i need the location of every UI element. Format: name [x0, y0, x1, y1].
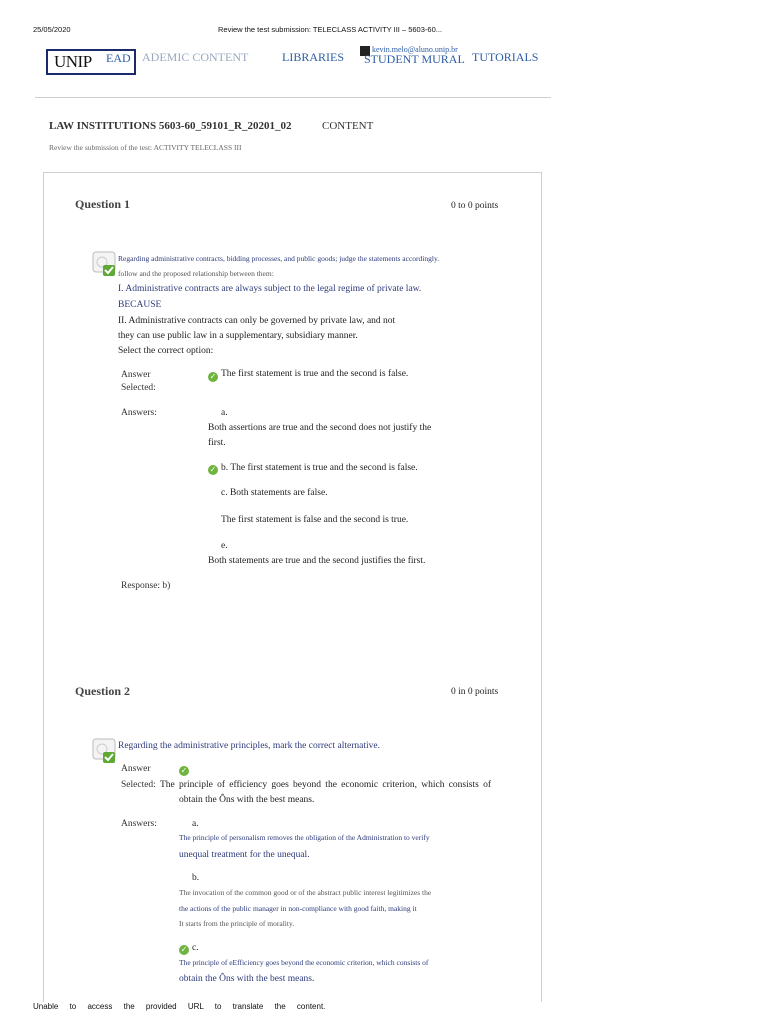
q1-response: Response: b) [121, 581, 171, 591]
question-1-title: Question 1 [75, 197, 131, 211]
checkmark-icon: ✓ [179, 945, 189, 955]
q1-option-d: The first statement is false and the sec… [221, 515, 409, 525]
content-tab[interactable]: CONTENT [322, 120, 373, 132]
translation-error-message: Unable to access the provided URL to tra… [33, 1002, 326, 1011]
question-2-title: Question 2 [75, 684, 131, 698]
logo-ead: EAD [106, 51, 131, 65]
nav-tutorials[interactable]: TUTORIALS [472, 50, 538, 65]
q1-option-e: Both statements are true and the second … [208, 556, 426, 566]
q1-select-instruction: Select the correct option: [118, 346, 214, 356]
unip-logo[interactable]: UNIP EAD [46, 49, 138, 75]
q1-prompt-line2: follow and the proposed relationship bet… [118, 269, 274, 278]
q2-prompt: Regarding the administrative principles,… [118, 741, 380, 751]
q1-because: BECAUSE [118, 300, 162, 310]
checkmark-icon: ✓ [179, 766, 189, 776]
question-2-points: 0 in 0 points [451, 687, 499, 697]
q2-option-a-line1: The principle of personalism removes the… [179, 833, 430, 842]
q1-answers-label: Answers: [121, 408, 157, 418]
nav-academic-content[interactable]: ADEMIC CONTENT [142, 50, 248, 65]
logo-text: UNIP [54, 52, 92, 71]
q1-selected-answer: The first statement is true and the seco… [221, 369, 409, 379]
nav-libraries[interactable]: LIBRARIES [282, 50, 344, 65]
q2-option-b-line3: It starts from the principle of morality… [179, 919, 295, 928]
print-title: Review the test submission: TELECLASS AC… [218, 25, 442, 34]
q2-option-b-line2: the actions of the public manager in non… [179, 904, 417, 913]
q1-statement-2b: they can use public law in a supplementa… [118, 331, 358, 341]
correct-answer-icon [92, 738, 116, 763]
q2-selected-line2: obtain the Ôns with the best means. [179, 795, 315, 805]
q2-selected-line1: The principle of efficiency goes beyond … [160, 780, 491, 790]
nav-student-mural[interactable]: STUDENT MURAL [364, 52, 465, 67]
question-1-points: 0 to 0 points [451, 201, 499, 211]
q2-answer-label2: Selected: [121, 780, 156, 790]
q2-option-c-letter: c. [192, 943, 199, 953]
q2-option-b-line1: The invocation of the common good or of … [179, 888, 432, 897]
header-divider [35, 97, 551, 98]
q2-option-a-line2: unequal treatment for the unequal. [179, 850, 310, 860]
q2-option-c-line1: The principle of eEfficiency goes beyond… [179, 958, 429, 967]
print-date: 25/05/2020 [33, 25, 71, 34]
q1-option-c: c. Both statements are false. [221, 488, 328, 498]
q2-option-b-letter: b. [192, 873, 200, 883]
checkmark-icon: ✓ [208, 372, 218, 382]
page-subtitle: Review the submission of the test: ACTIV… [49, 143, 242, 152]
q1-option-e-letter: e. [221, 541, 228, 551]
checkmark-icon: ✓ [208, 465, 218, 475]
q1-option-a-letter: a. [221, 408, 228, 418]
q1-statement-2a: II. Administrative contracts can only be… [118, 316, 396, 326]
q1-option-a-line1: Both assertions are true and the second … [208, 423, 432, 433]
q2-option-c-line2: obtain the Ôns with the best means. [179, 974, 315, 984]
review-panel [43, 172, 542, 1002]
q2-option-a-letter: a. [192, 819, 199, 829]
q1-statement-1: I. Administrative contracts are always s… [118, 284, 422, 294]
correct-answer-icon [92, 251, 116, 276]
q1-answer-label: Answer Selected: [121, 370, 156, 393]
q1-option-a-line2: first. [208, 438, 226, 448]
q2-answer-label1: Answer [121, 764, 151, 774]
q1-option-b: b. The first statement is true and the s… [221, 463, 418, 473]
course-title[interactable]: LAW INSTITUTIONS 5603-60_59101_R_20201_0… [49, 120, 291, 132]
q2-answers-label: Answers: [121, 819, 157, 829]
q1-prompt-line1: Regarding administrative contracts, bidd… [118, 254, 440, 263]
